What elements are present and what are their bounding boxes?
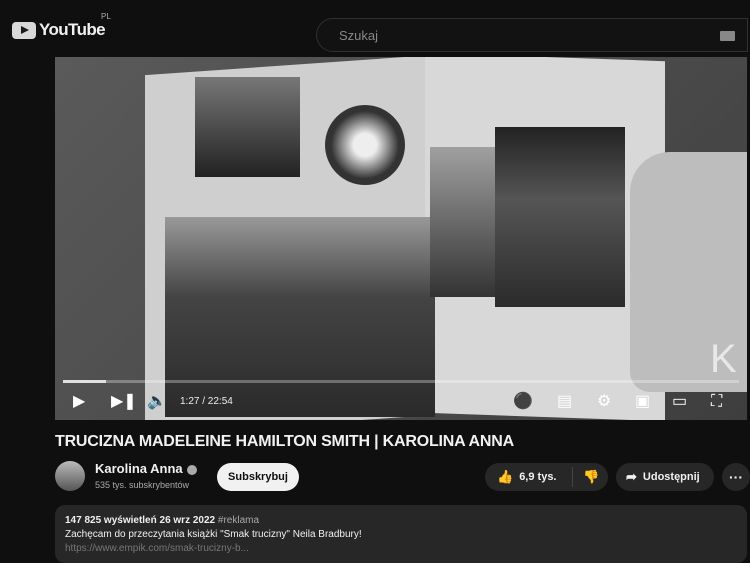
description-link[interactable]: https://www.empik.com/smak-trucizny-b...: [65, 543, 737, 554]
thumbs-up-icon: 👍: [497, 469, 514, 484]
views-and-date: 147 825 wyświetleń 26 wrz 2022: [65, 515, 216, 526]
search-placeholder: Szukaj: [339, 28, 379, 43]
volume-icon[interactable]: 🔈: [147, 391, 167, 413]
miniplayer-icon[interactable]: ▣: [635, 391, 650, 413]
channel-watermark[interactable]: K: [710, 337, 737, 382]
channel-avatar[interactable]: [55, 461, 85, 491]
description-text: Zachęcam do przeczytania książki "Smak t…: [65, 529, 362, 540]
region-code: PL: [101, 12, 111, 21]
hashtag-link[interactable]: #reklama: [218, 515, 259, 526]
top-bar: YouTube PL Szukaj: [0, 0, 750, 56]
share-label: Udostępnij: [642, 471, 700, 483]
thumbs-down-icon: 👎: [583, 469, 600, 484]
subtitles-icon[interactable]: ▤: [557, 391, 572, 413]
share-button[interactable]: ➦ Udostępnij: [616, 463, 714, 491]
like-count: 6,9 tys.: [519, 471, 557, 483]
description-meta: 147 825 wyświetleń 26 wrz 2022 #reklama: [65, 515, 737, 526]
like-button[interactable]: 👍 6,9 tys.: [485, 467, 573, 487]
progress-bar[interactable]: [63, 380, 739, 383]
book-photo: [325, 105, 405, 185]
logo-text: YouTube: [39, 20, 106, 39]
channel-name-text[interactable]: Karolina Anna: [95, 461, 183, 476]
book-photo: [195, 77, 300, 177]
share-icon: ➦: [626, 469, 637, 484]
video-player[interactable]: K ▶ ▶❚ 🔈 1:27 / 22:54 ⚫ ▤ ⚙ ▣ ▭ ⛶: [55, 57, 747, 420]
theater-mode-icon[interactable]: ▭: [672, 391, 687, 413]
like-dislike-group: 👍 6,9 tys. 👎: [485, 463, 608, 491]
autoplay-toggle-icon[interactable]: ⚫: [513, 391, 533, 413]
progress-fill: [63, 380, 106, 383]
youtube-play-icon: [12, 21, 36, 39]
subscriber-count: 535 tys. subskrybentów: [95, 480, 190, 490]
search-input[interactable]: Szukaj: [316, 18, 748, 52]
verified-icon: [186, 464, 197, 475]
book-photo: [495, 127, 625, 307]
settings-gear-icon[interactable]: ⚙: [597, 391, 611, 413]
subscribe-button[interactable]: Subskrybuj: [217, 463, 299, 491]
play-icon[interactable]: ▶: [73, 391, 85, 413]
youtube-logo[interactable]: YouTube: [12, 20, 106, 40]
channel-name[interactable]: Karolina Anna: [95, 461, 197, 476]
player-controls: ▶ ▶❚ 🔈 1:27 / 22:54 ⚫ ▤ ⚙ ▣ ▭ ⛶: [55, 385, 747, 420]
video-title: TRUCIZNA MADELEINE HAMILTON SMITH | KARO…: [55, 433, 514, 450]
next-icon[interactable]: ▶❚: [111, 391, 137, 413]
time-display: 1:27 / 22:54: [180, 396, 233, 407]
more-actions-button[interactable]: ···: [722, 463, 750, 491]
dislike-button[interactable]: 👎: [573, 469, 599, 485]
fullscreen-icon[interactable]: ⛶: [711, 391, 722, 413]
description-box[interactable]: 147 825 wyświetleń 26 wrz 2022 #reklama …: [55, 505, 747, 563]
keyboard-icon[interactable]: [720, 31, 735, 41]
